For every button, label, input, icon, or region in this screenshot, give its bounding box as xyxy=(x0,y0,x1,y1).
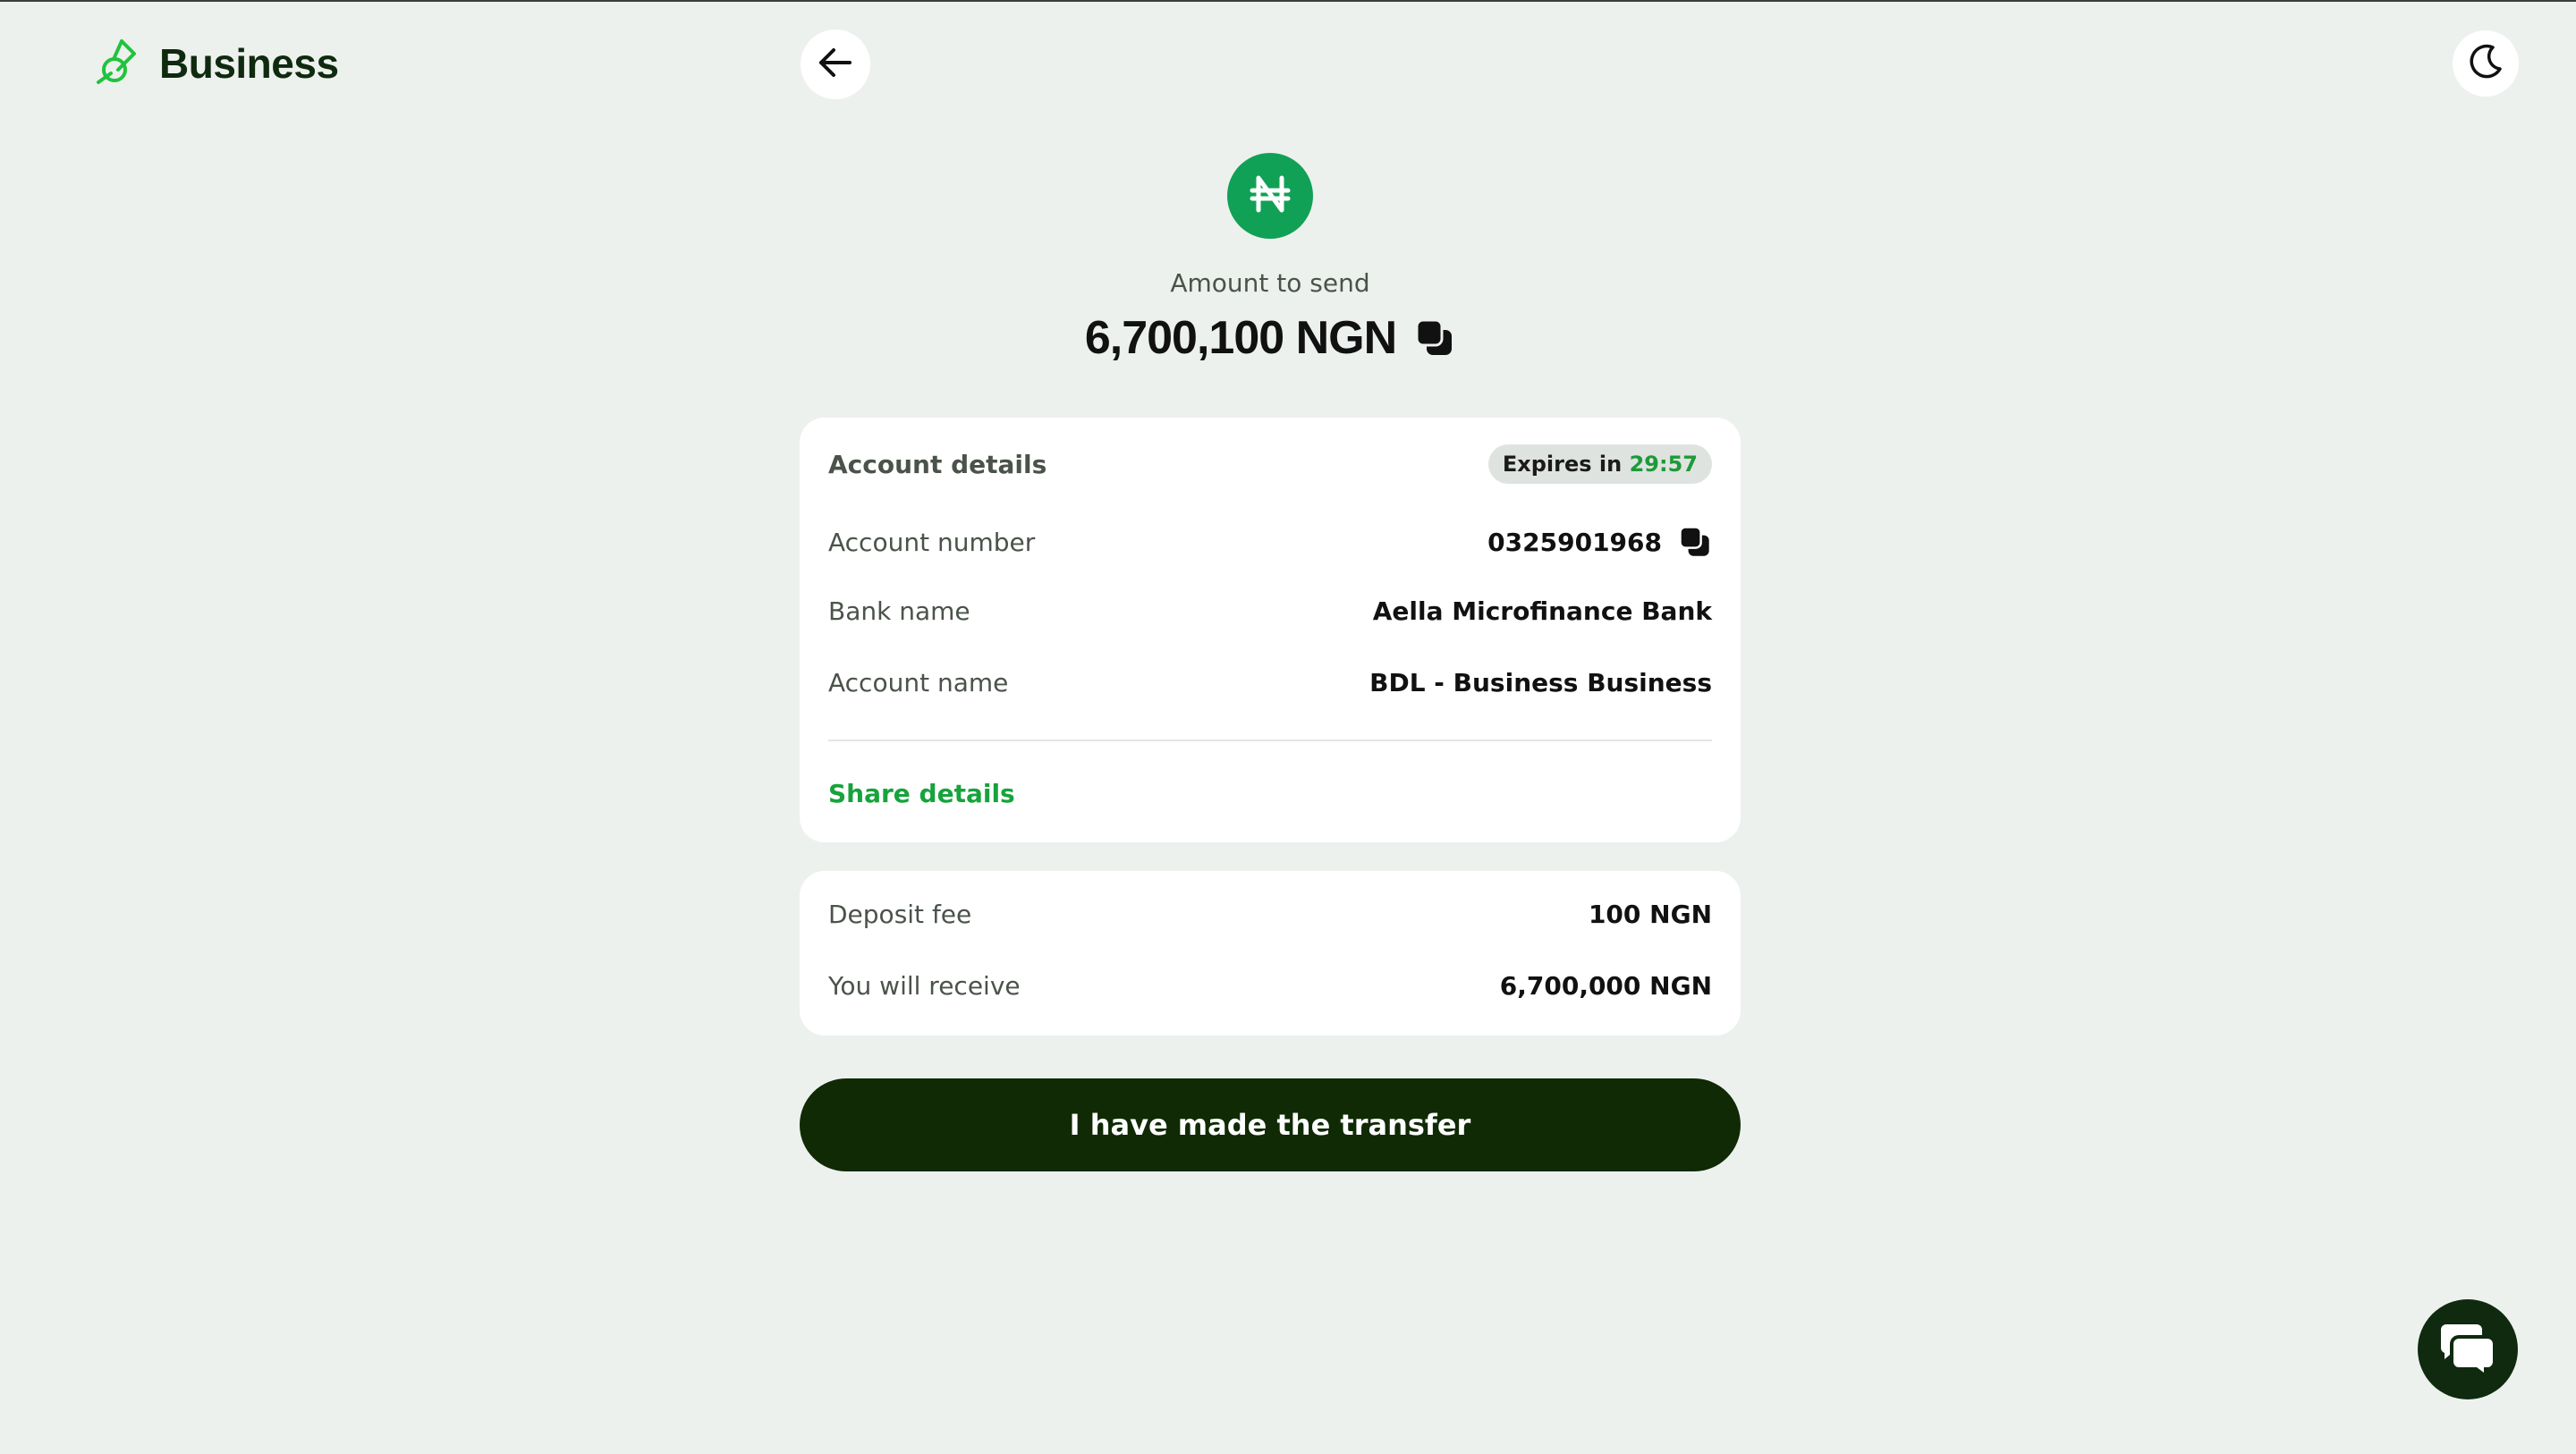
copy-account-number-icon[interactable] xyxy=(1678,525,1712,559)
bank-name-value: Aella Microfinance Bank xyxy=(1372,596,1712,626)
confirm-transfer-button[interactable]: I have made the transfer xyxy=(800,1078,1741,1171)
account-name-value: BDL - Business Business xyxy=(1369,668,1712,697)
account-number-value: 0325901968 xyxy=(1487,527,1662,557)
amount-row: 6,700,100 NGN xyxy=(0,311,2540,365)
back-button[interactable] xyxy=(801,30,870,99)
bank-name-row: Bank name Aella Microfinance Bank xyxy=(828,596,1712,626)
chat-bubbles-icon xyxy=(2439,1321,2496,1378)
account-card-header: Account details Expires in 29:57 xyxy=(828,444,1712,484)
fees-card: Deposit fee 100 NGN You will receive 6,7… xyxy=(800,871,1741,1036)
expiry-prefix: Expires in xyxy=(1502,452,1623,477)
divider xyxy=(828,740,1712,741)
brand-logo-icon xyxy=(95,38,147,89)
expiry-countdown: 29:57 xyxy=(1629,452,1698,477)
deposit-fee-value: 100 NGN xyxy=(1588,900,1712,929)
currency-badge xyxy=(1227,153,1313,239)
moon-icon xyxy=(2466,42,2505,85)
brand-logo[interactable]: Business xyxy=(95,38,339,89)
amount-value: 6,700,100 NGN xyxy=(1084,312,1397,364)
account-name-label: Account name xyxy=(828,668,1009,697)
account-number-label: Account number xyxy=(828,527,1036,557)
deposit-fee-row: Deposit fee 100 NGN xyxy=(828,900,1712,929)
share-details-link[interactable]: Share details xyxy=(828,779,1015,808)
deposit-fee-label: Deposit fee xyxy=(828,900,972,929)
account-name-row: Account name BDL - Business Business xyxy=(828,668,1712,697)
account-number-row: Account number 0325901968 xyxy=(828,525,1712,559)
receive-amount-value: 6,700,000 NGN xyxy=(1499,971,1712,1001)
account-number-value-group: 0325901968 xyxy=(1487,525,1712,559)
copy-amount-icon[interactable] xyxy=(1414,317,1455,359)
chat-support-button[interactable] xyxy=(2418,1299,2518,1399)
naira-icon xyxy=(1245,169,1295,223)
arrow-left-icon xyxy=(816,43,855,86)
receive-amount-row: You will receive 6,700,000 NGN xyxy=(828,971,1712,1001)
account-card-title: Account details xyxy=(828,449,1047,479)
theme-toggle-button[interactable] xyxy=(2453,30,2519,97)
expiry-badge: Expires in 29:57 xyxy=(1487,444,1712,484)
amount-label: Amount to send xyxy=(1170,268,1370,298)
account-details-card: Account details Expires in 29:57 Account… xyxy=(800,418,1741,842)
bank-name-label: Bank name xyxy=(828,596,970,626)
brand-name: Business xyxy=(159,40,339,87)
receive-amount-label: You will receive xyxy=(828,971,1021,1001)
